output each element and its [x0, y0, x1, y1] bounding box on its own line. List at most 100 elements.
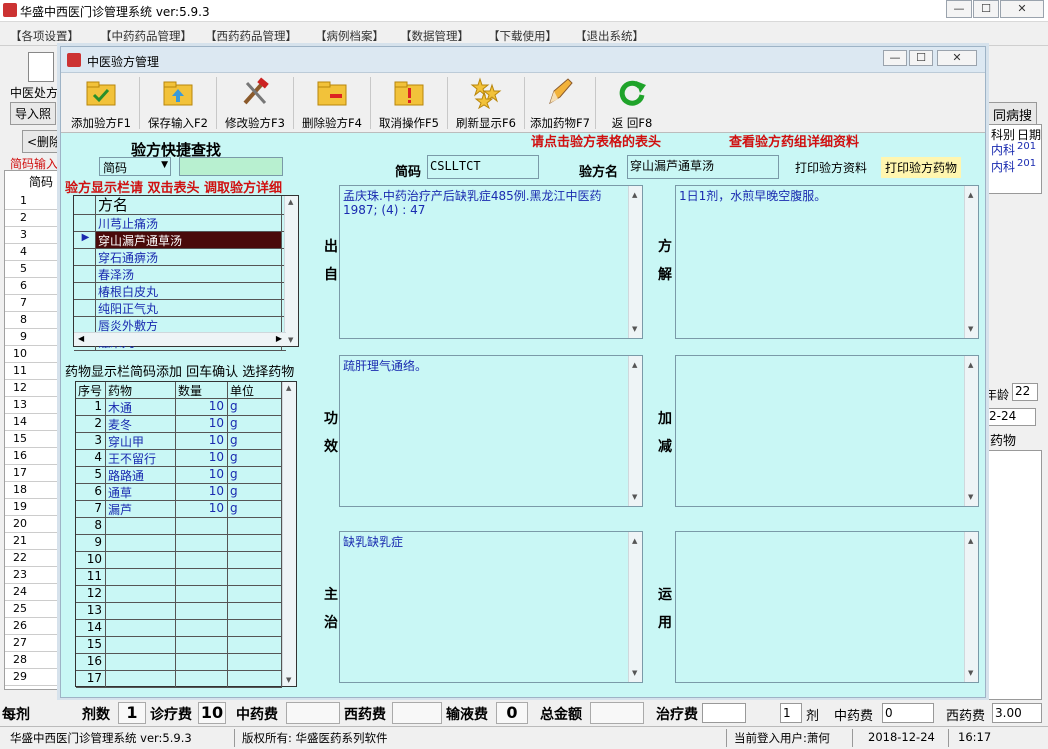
recipe-dialog: 中医验方管理 — ☐ ✕ 添加验方F1 保存输入F2 修改验方F3 删除验方F4…: [60, 46, 986, 698]
indication-textarea[interactable]: 缺乳缺乳症: [339, 531, 643, 683]
recipe-list-header[interactable]: 方名: [74, 196, 286, 215]
drug-row[interactable]: 14: [76, 620, 282, 637]
recipe-list-hscrollbar[interactable]: ◀ ▶: [74, 332, 286, 346]
drug-row[interactable]: 10: [76, 552, 282, 569]
recipe-row[interactable]: 川芎止痛汤: [74, 215, 286, 232]
add-recipe-button[interactable]: 添加验方F1: [65, 75, 137, 131]
drug-col-qty[interactable]: 数量: [176, 382, 228, 398]
bg-row-number: 8: [20, 313, 27, 326]
row-pointer-icon: ▶: [74, 232, 96, 248]
recipe-name-input[interactable]: 穿山漏芦通草汤: [627, 155, 779, 179]
drug-row[interactable]: 9: [76, 535, 282, 552]
effect-scrollbar[interactable]: [628, 356, 642, 506]
save-input-button[interactable]: 保存输入F2: [141, 75, 215, 131]
add-drug-button[interactable]: 添加药物F7: [526, 75, 594, 131]
return-button[interactable]: 返 回F8: [597, 75, 667, 131]
cancel-operation-button[interactable]: 取消操作F5: [372, 75, 446, 131]
recipe-list-vscrollbar[interactable]: [284, 196, 298, 346]
maximize-button[interactable]: ☐: [973, 0, 999, 18]
modify-scrollbar[interactable]: [964, 356, 978, 506]
drug-row[interactable]: 12: [76, 586, 282, 603]
drug-row[interactable]: 8: [76, 518, 282, 535]
menu-download[interactable]: 【下载使用】: [488, 28, 557, 44]
drug-row-unit: [228, 654, 282, 670]
recipe-row[interactable]: 椿根白皮丸: [74, 283, 286, 300]
drug-row[interactable]: 17: [76, 671, 282, 688]
drug-row[interactable]: 5 路路通 10 g: [76, 467, 282, 484]
effect-textarea[interactable]: 疏肝理气通络。: [339, 355, 643, 507]
drug-grid-vscrollbar[interactable]: [282, 382, 296, 686]
recipe-row-name: 穿山漏芦通草汤: [96, 232, 282, 248]
usage-textarea[interactable]: [675, 531, 979, 683]
print-drugs-button[interactable]: 打印验方药物: [881, 157, 962, 178]
drug-row[interactable]: 7 漏芦 10 g: [76, 501, 282, 518]
minimize-button[interactable]: —: [946, 0, 972, 18]
drug-row[interactable]: 1 木通 10 g: [76, 399, 282, 416]
drug-col-unit[interactable]: 单位: [228, 382, 282, 398]
recipe-row[interactable]: 纯阳正气丸: [74, 300, 286, 317]
modify-textarea[interactable]: [675, 355, 979, 507]
drug-row-name: [106, 552, 176, 568]
usage-scrollbar[interactable]: [964, 532, 978, 682]
drug-row[interactable]: 4 王不留行 10 g: [76, 450, 282, 467]
drug-row-qty: [176, 620, 228, 636]
drug-row[interactable]: 15: [76, 637, 282, 654]
dialog-minimize-button[interactable]: —: [883, 50, 907, 66]
recipe-indicator-col: [74, 196, 96, 214]
search-mode-select[interactable]: 简码 ▼: [99, 157, 171, 176]
west-fee2-input[interactable]: 3.00: [992, 703, 1042, 723]
method-textarea[interactable]: 1日1剂，水煎早晚空腹服。: [675, 185, 979, 339]
drug-row-number: 17: [76, 671, 106, 687]
effect-label: 功效: [324, 411, 338, 455]
source-scrollbar[interactable]: [628, 186, 642, 338]
toolbar-separator: [595, 77, 596, 129]
source-textarea[interactable]: 孟庆珠.中药治疗产后缺乳症485例.黑龙江中医药1987; (4) : 47: [339, 185, 643, 339]
refresh-display-button[interactable]: 刷新显示F6: [449, 75, 523, 131]
modify-recipe-button[interactable]: 修改验方F3: [218, 75, 292, 131]
drug-row[interactable]: 16: [76, 654, 282, 671]
recipe-row[interactable]: 春泽汤: [74, 266, 286, 283]
bg-row-number: 24: [13, 585, 27, 598]
doses-input[interactable]: 1: [780, 703, 802, 723]
drug-grid[interactable]: 序号 药物 数量 单位 1 木通 10 g 2 麦冬 10 g 3 穿山甲 10 g 4 王不留行 10 g 5…: [75, 381, 297, 688]
drug-row[interactable]: 13: [76, 603, 282, 620]
menu-tcm-drugs[interactable]: 【中药药品管理】: [100, 28, 192, 44]
quick-search-input[interactable]: [179, 157, 283, 176]
recipe-row[interactable]: ▶ 穿山漏芦通草汤: [74, 232, 286, 249]
menu-data[interactable]: 【数据管理】: [400, 28, 469, 44]
doses-unit: 剂: [806, 709, 820, 724]
drug-row[interactable]: 2 麦冬 10 g: [76, 416, 282, 433]
close-button[interactable]: ✕: [1000, 0, 1044, 18]
delete-recipe-button[interactable]: 删除验方F4: [295, 75, 369, 131]
treat-fee-input[interactable]: [702, 703, 746, 723]
drug-row[interactable]: 3 穿山甲 10 g: [76, 433, 282, 450]
status-bar: 华盛中西医门诊管理系统 ver:5.9.3 版权所有: 华盛医药系列软件 当前登…: [0, 726, 1048, 748]
bg-grid-row: 21: [5, 533, 63, 550]
drug-row[interactable]: 6 通草 10 g: [76, 484, 282, 501]
bg-grid-row: 24: [5, 584, 63, 601]
recipe-name-header[interactable]: 方名: [96, 196, 282, 214]
per-dose-label: 每剂: [2, 707, 30, 723]
print-recipe-button[interactable]: 打印验方资料: [791, 157, 872, 178]
tcm-fee2-input[interactable]: 0: [882, 703, 934, 723]
bg-grid-row: 9: [5, 329, 63, 346]
recipe-row[interactable]: 穿石通痹汤: [74, 249, 286, 266]
drug-row-number: 8: [76, 518, 106, 534]
menu-west-drugs[interactable]: 【西药药品管理】: [205, 28, 297, 44]
dialog-close-button[interactable]: ✕: [937, 50, 977, 66]
menu-cases[interactable]: 【病例档案】: [315, 28, 384, 44]
code-input[interactable]: CSLLTCT: [427, 155, 539, 179]
recipe-row-indicator: [74, 249, 96, 265]
bg-import-button[interactable]: 导入照: [10, 102, 57, 125]
drug-col-name[interactable]: 药物: [106, 382, 176, 398]
indication-scrollbar[interactable]: [628, 532, 642, 682]
bg-age-value[interactable]: 22: [1012, 383, 1038, 401]
drug-col-no[interactable]: 序号: [76, 382, 106, 398]
drug-row[interactable]: 11: [76, 569, 282, 586]
menu-settings[interactable]: 【各项设置】: [10, 28, 79, 44]
recipe-list[interactable]: 方名 川芎止痛汤▶穿山漏芦通草汤穿石通痹汤春泽汤椿根白皮丸纯阳正气丸唇炎外敷方磁…: [73, 195, 299, 351]
drug-row-number: 1: [76, 399, 106, 415]
dialog-maximize-button[interactable]: ☐: [909, 50, 933, 66]
method-scrollbar[interactable]: [964, 186, 978, 338]
menu-exit[interactable]: 【退出系统】: [575, 28, 644, 44]
